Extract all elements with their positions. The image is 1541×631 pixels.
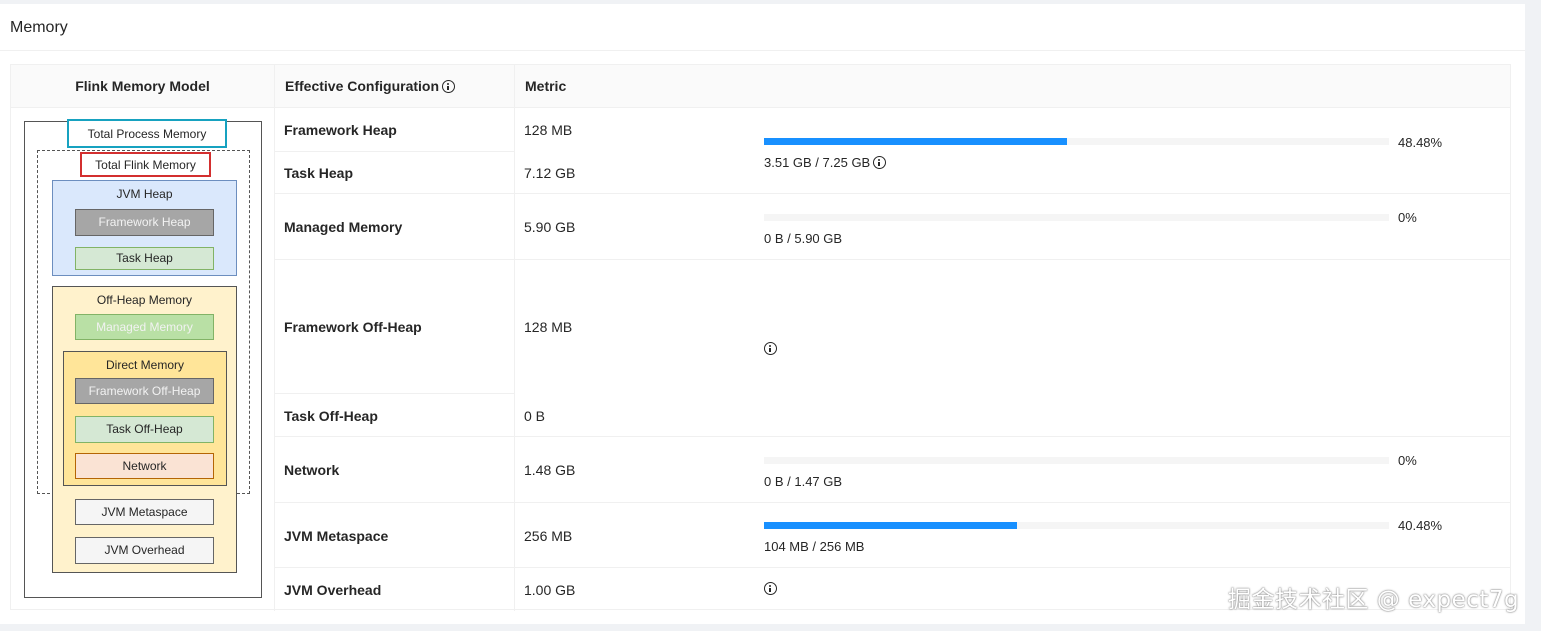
managed-progress-bar <box>764 214 1389 221</box>
divider <box>274 567 1510 568</box>
row-value: 128 MB <box>524 319 573 335</box>
divider <box>274 193 1510 194</box>
direct-memory-label: Direct Memory <box>105 358 184 372</box>
metaspace-progress-bar <box>764 522 1389 529</box>
off-heap-metric <box>764 341 777 356</box>
card-title: Memory <box>10 19 68 36</box>
jvm-overhead-box: JVM Overhead <box>75 537 214 564</box>
row-value: 5.90 GB <box>524 219 576 235</box>
row-name: Task Heap <box>284 165 353 181</box>
framework-heap-box: Framework Heap <box>75 209 214 236</box>
info-icon[interactable] <box>764 582 777 595</box>
header-config: Effective Configuration <box>274 65 514 108</box>
divider <box>274 259 1510 260</box>
framework-off-heap-box: Framework Off-Heap <box>75 378 214 404</box>
progress-percent: 40.48% <box>1398 518 1443 533</box>
usage-text: 0 B / 5.90 GB <box>764 231 843 246</box>
jvm-metaspace-box: JVM Metaspace <box>75 499 214 525</box>
divider <box>274 436 1510 437</box>
usage-text: 0 B / 1.47 GB <box>764 474 843 489</box>
divider <box>274 393 514 394</box>
memory-table: Flink Memory Model Effective Configurati… <box>10 64 1511 611</box>
memory-model-diagram: Total Process Memory Total Flink Memory … <box>24 119 262 598</box>
row-value: 1.00 GB <box>524 582 576 598</box>
row-value: 0 B <box>524 408 546 424</box>
info-icon[interactable] <box>442 80 456 93</box>
network-box: Network <box>75 453 214 479</box>
row-name: Framework Off-Heap <box>284 319 422 335</box>
row-value: 128 MB <box>524 122 573 138</box>
jvm-heap-label: JVM Heap <box>116 187 173 201</box>
progress-fill <box>764 138 1067 145</box>
network-progress-bar <box>764 457 1389 464</box>
divider <box>274 151 514 152</box>
info-icon[interactable] <box>873 156 887 169</box>
row-name: JVM Overhead <box>284 582 382 598</box>
progress-fill <box>764 522 1017 529</box>
divider <box>514 65 515 611</box>
managed-memory-box: Managed Memory <box>75 314 214 340</box>
heap-progress-bar <box>764 138 1389 145</box>
total-flink-label: Total Flink Memory <box>80 152 211 177</box>
row-name: JVM Metaspace <box>284 528 389 544</box>
info-icon[interactable] <box>764 342 777 355</box>
card-header: Memory <box>0 4 1525 51</box>
usage-text: 104 MB / 256 MB <box>764 539 865 554</box>
task-heap-box: Task Heap <box>75 247 214 270</box>
task-off-heap-box: Task Off-Heap <box>75 416 214 443</box>
header-model: Flink Memory Model <box>11 65 274 108</box>
divider <box>274 65 275 611</box>
overhead-metric <box>764 581 777 596</box>
row-value: 1.48 GB <box>524 462 576 478</box>
row-name: Task Off-Heap <box>284 408 378 424</box>
total-process-label: Total Process Memory <box>67 119 227 148</box>
row-name: Network <box>284 462 340 478</box>
row-value: 7.12 GB <box>524 165 576 181</box>
usage-text: 3.51 GB / 7.25 GB <box>764 155 887 170</box>
row-name: Framework Heap <box>284 122 397 138</box>
divider <box>274 502 1510 503</box>
progress-percent: 0% <box>1398 453 1417 468</box>
row-value: 256 MB <box>524 528 573 544</box>
memory-card: Memory Flink Memory Model Effective Conf… <box>0 4 1525 624</box>
progress-percent: 0% <box>1398 210 1417 225</box>
header-metric: Metric <box>514 65 1510 108</box>
progress-percent: 48.48% <box>1398 135 1443 150</box>
row-name: Managed Memory <box>284 219 403 235</box>
watermark: 掘金技术社区 @ expect7g <box>1228 587 1520 613</box>
off-heap-label: Off-Heap Memory <box>96 293 193 307</box>
